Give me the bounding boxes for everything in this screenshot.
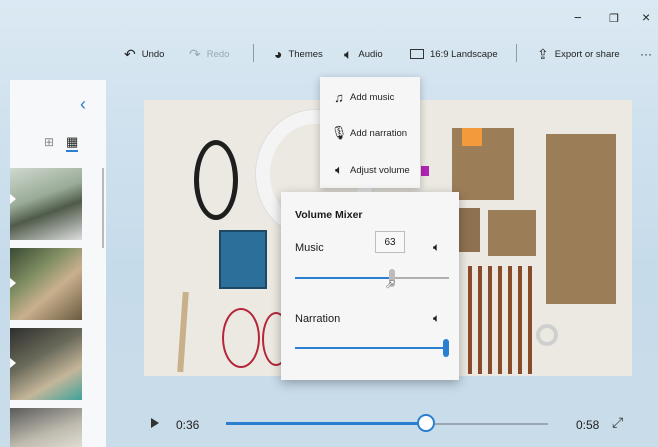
themes-label: Themes (288, 48, 323, 60)
export-label: Export or share (554, 48, 620, 60)
aspect-ratio-label: 16:9 Landscape (430, 48, 498, 60)
speaker-icon: 🔈︎ (433, 240, 441, 254)
play-button[interactable] (151, 418, 159, 428)
music-value-tooltip: 63 (375, 231, 405, 253)
total-time: 0:58 (576, 418, 600, 432)
project-library-panel: ‹ ⊞ ▦ (10, 80, 106, 447)
video-content-orange-square (462, 128, 482, 146)
share-icon: ⇪ (537, 46, 549, 62)
video-content-cardboard (488, 210, 536, 256)
more-options-button[interactable]: ··· (640, 44, 652, 64)
fullscreen-icon[interactable]: ⤢ (612, 414, 623, 431)
video-content-stick (177, 291, 189, 373)
media-thumbnail[interactable] (10, 248, 82, 320)
music-value-text: 63 (384, 236, 396, 248)
video-content-cardboard (458, 208, 480, 252)
panel-scrollbar[interactable] (102, 168, 104, 248)
video-content-magenta-marker (421, 166, 429, 176)
undo-label: Undo (141, 48, 165, 60)
export-button[interactable]: ⇪ Export or share (537, 44, 620, 64)
aspect-ratio-icon (410, 49, 424, 59)
menu-item-label: Add narration (350, 127, 408, 139)
media-thumbnail[interactable] (10, 408, 82, 447)
redo-icon: ↷ (189, 46, 201, 62)
narration-mute-button[interactable]: 🔈︎ (433, 311, 440, 326)
aspect-ratio-button[interactable]: 16:9 Landscape (410, 44, 498, 64)
music-mute-button[interactable]: 🔈︎ (433, 240, 440, 255)
video-content-board (219, 230, 267, 289)
speaker-icon: 🔈︎ (433, 311, 441, 325)
menu-item-label: Add music (350, 91, 395, 103)
minimize-button[interactable]: − (574, 10, 582, 25)
maximize-button[interactable]: ❐ (609, 12, 619, 25)
media-thumbnail[interactable] (10, 328, 82, 400)
seek-fill (226, 422, 426, 425)
music-slider-fill (295, 277, 393, 279)
video-play-marker-icon (10, 278, 16, 288)
menu-item-add-music[interactable]: ♫ Add music (320, 79, 420, 115)
microphone-icon: 🎙︎ (330, 125, 348, 140)
audio-button[interactable]: 🔈︎ Audio (344, 44, 383, 64)
audio-menu: ♫ Add music 🎙︎ Add narration 🔈︎ Adjust v… (320, 77, 420, 188)
volume-mixer: Volume Mixer Music 63 🔈︎ ➚ Narration 🔈︎ (281, 192, 459, 380)
video-content-cable (194, 140, 238, 220)
undo-icon: ↶ (124, 46, 136, 62)
video-content-wires (222, 308, 260, 368)
toolbar-divider (253, 44, 254, 62)
current-time: 0:36 (176, 418, 200, 432)
mouse-cursor-icon: ➚ (385, 276, 396, 291)
media-thumbnail[interactable] (10, 168, 82, 240)
speaker-icon: 🔈︎ (344, 46, 353, 62)
view-large-icon[interactable]: ⊞ (44, 135, 54, 149)
video-play-marker-icon (10, 358, 16, 368)
close-button[interactable]: × (642, 9, 650, 25)
seek-thumb[interactable] (416, 414, 435, 432)
redo-label: Redo (206, 48, 230, 60)
undo-button[interactable]: ↶ Undo (124, 44, 164, 64)
menu-item-add-narration[interactable]: 🎙︎ Add narration (320, 115, 420, 151)
menu-item-adjust-volume[interactable]: 🔈︎ Adjust volume (320, 152, 420, 188)
collapse-panel-icon[interactable]: ‹ (80, 94, 86, 115)
video-content-sticks (468, 266, 534, 374)
speaker-icon: 🔈︎ (335, 162, 343, 177)
more-options-label: ··· (640, 47, 652, 61)
video-content-ring (536, 324, 558, 346)
menu-item-label: Adjust volume (350, 164, 410, 176)
narration-label: Narration (295, 313, 341, 325)
themes-button[interactable]: ◕ Themes (274, 44, 323, 64)
audio-label: Audio (358, 48, 383, 60)
narration-slider-fill (295, 347, 449, 349)
redo-button[interactable]: ↷ Redo (189, 44, 229, 64)
music-label: Music (295, 242, 324, 254)
narration-slider-thumb[interactable] (443, 339, 449, 357)
video-content-cardboard (546, 134, 616, 304)
view-grid-icon[interactable]: ▦ (66, 134, 79, 152)
video-play-marker-icon (10, 194, 16, 204)
volume-mixer-title: Volume Mixer (295, 209, 363, 221)
toolbar-divider (516, 44, 517, 62)
music-note-icon: ♫ (334, 89, 344, 105)
palette-icon: ◕ (274, 46, 283, 62)
